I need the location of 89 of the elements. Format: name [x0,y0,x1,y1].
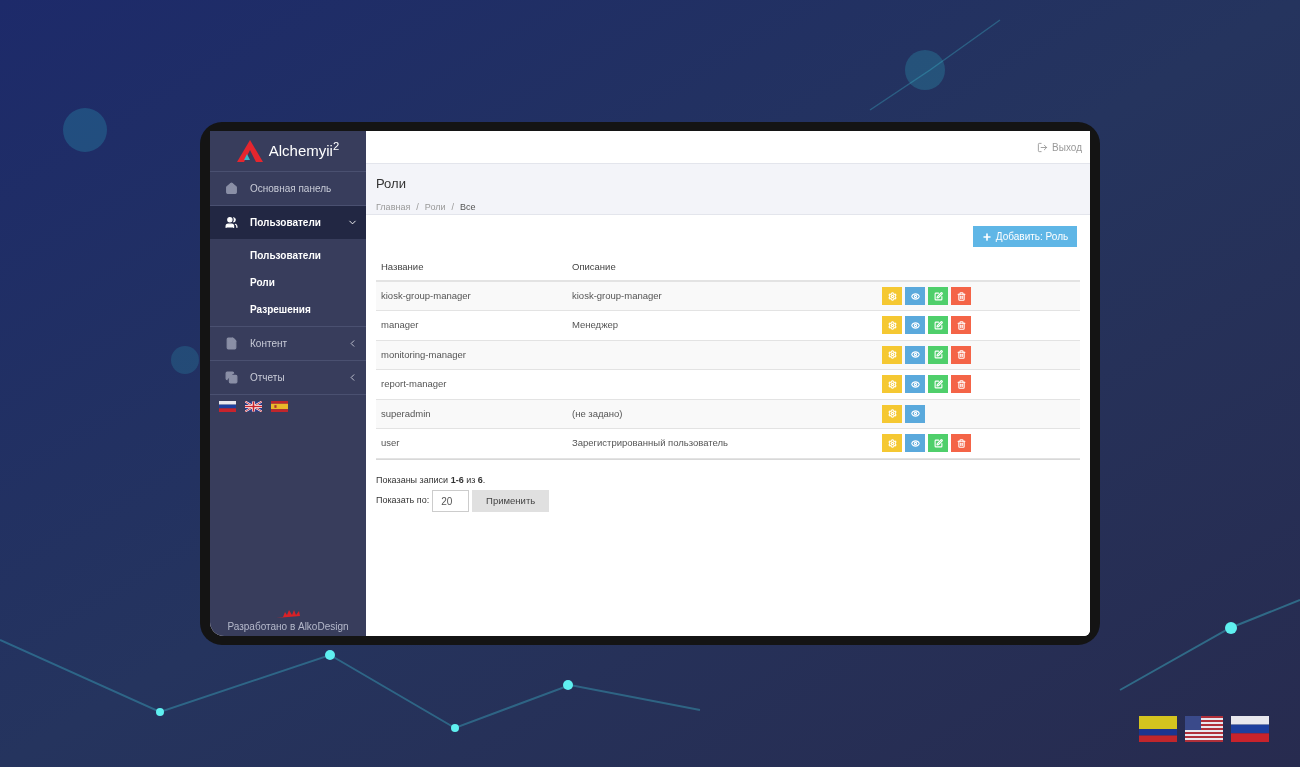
logout-icon [1037,141,1049,153]
permissions-button[interactable] [882,375,902,394]
nav-item[interactable]: Основная панель [210,172,366,205]
permissions-button[interactable] [882,287,902,305]
trash-icon [956,379,966,389]
glow-dot [63,108,107,152]
flag-icon [1139,716,1177,742]
page-title: Роли [376,175,407,193]
trash-icon [956,320,966,330]
home-icon [225,182,238,195]
flag-icon [1185,716,1223,742]
pencil-square-icon [933,291,943,301]
eye-icon [910,320,920,330]
trash-icon [956,350,966,360]
gear-icon [887,320,897,330]
edit-button[interactable] [928,345,948,364]
summary-text: Показаны записи 1-6 из 6. [376,473,487,487]
eye-icon [910,291,920,301]
edit-button[interactable] [928,434,948,453]
table-cell: user [376,428,567,458]
view-button[interactable] [905,316,925,335]
edit-button[interactable] [928,287,948,305]
plus-icon [981,231,992,242]
document-icon [225,337,238,350]
permissions-button[interactable] [882,316,902,335]
view-button[interactable] [905,404,925,423]
column-header: Название [376,254,567,281]
table-cell: kiosk-group-manager [376,281,567,311]
copy-icon [225,371,238,384]
delete-button[interactable] [951,345,971,364]
nav-item[interactable]: Контент [210,327,366,360]
flag-icon[interactable] [271,401,288,412]
gear-icon [887,379,897,389]
trash-icon [956,291,966,301]
table-cell: Менеджер [567,310,877,340]
breadcrumb-separator: / [451,200,454,214]
table-cell: (не задано) [567,399,877,429]
logo-icon [236,140,263,162]
flag-icon[interactable] [1231,716,1269,742]
logo-text: Alchemyii$^{2}$ [268,139,340,161]
eye-icon [910,409,920,419]
eye-icon [910,350,920,360]
glow-dot [171,346,199,374]
apply-button[interactable]: Применить [472,490,550,512]
table-cell: Зарегистрированный пользователь [567,428,877,458]
pencil-square-icon [933,379,943,389]
permissions-button[interactable] [882,404,902,423]
column-header: Описание [567,254,877,281]
delete-button[interactable] [951,287,971,305]
nav-item[interactable]: Пользователи [210,206,366,239]
nav-subitem[interactable]: Пользователи [210,242,366,269]
eye-icon [910,438,920,448]
trash-icon [956,438,966,448]
gear-icon [887,409,897,419]
pencil-square-icon [933,438,943,448]
breadcrumb-item: Все [460,200,476,214]
flag-icon[interactable] [219,401,236,412]
flag-icon[interactable] [245,401,262,412]
glow-dot [905,50,945,90]
table-cell: report-manager [376,369,567,399]
view-button[interactable] [905,345,925,364]
pencil-square-icon [933,320,943,330]
gear-icon [887,350,897,360]
gear-icon [887,438,897,448]
nav-subitem[interactable]: Разрешения [210,296,366,323]
table-cell: monitoring-manager [376,340,567,370]
edit-button[interactable] [928,316,948,335]
eye-icon [910,379,920,389]
delete-button[interactable] [951,434,971,453]
nav-item[interactable]: Отчеты [210,361,366,394]
table-cell: kiosk-group-manager [567,281,877,311]
gear-icon [887,291,897,301]
table-cell: superadmin [376,399,567,429]
delete-button[interactable] [951,375,971,394]
pencil-square-icon [933,350,943,360]
view-button[interactable] [905,287,925,305]
nav-subitem[interactable]: Роли [210,269,366,296]
delete-button[interactable] [951,316,971,335]
permissions-button[interactable] [882,434,902,453]
table-cell: manager [376,310,567,340]
page-size-label: Показать по: [376,494,430,508]
edit-button[interactable] [928,375,948,394]
page-size-field[interactable]: 20 [432,490,470,512]
view-button[interactable] [905,375,925,394]
footer-text: Разработано в AlkoDesign [227,620,349,634]
view-button[interactable] [905,434,925,453]
users-icon [225,216,238,229]
breadcrumb-separator: / [416,200,419,214]
permissions-button[interactable] [882,345,902,364]
